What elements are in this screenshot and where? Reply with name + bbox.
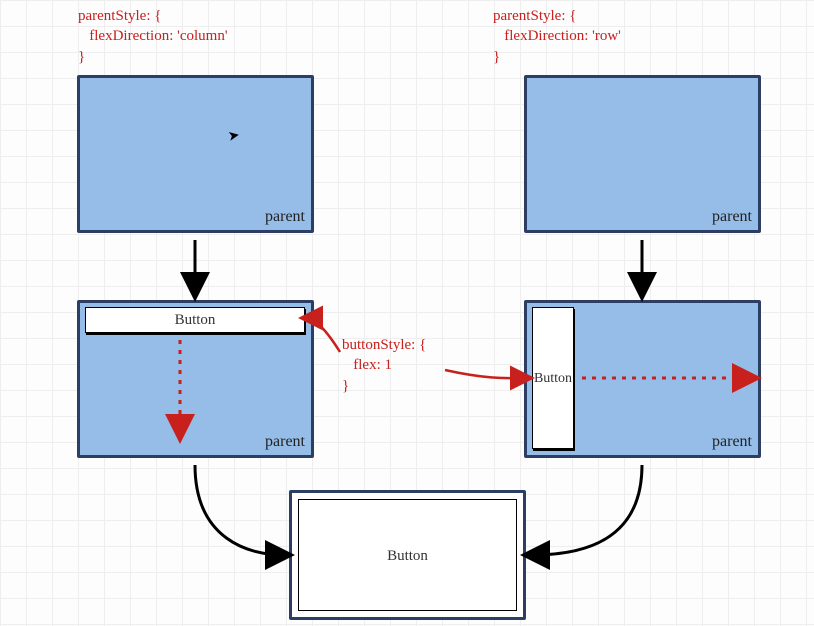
code-button-flex: buttonStyle: { flex: 1 } (342, 335, 426, 396)
parent-label: parent (265, 433, 305, 451)
parent-box-top-right: parent (524, 75, 761, 233)
parent-box-top-left: parent (77, 75, 314, 233)
cursor-icon: ➤ (227, 127, 242, 146)
code-parent-row: parentStyle: { flexDirection: 'row' } (493, 6, 621, 67)
parent-label: parent (712, 208, 752, 226)
code-parent-column: parentStyle: { flexDirection: 'column' } (78, 6, 228, 67)
parent-label: parent (265, 208, 305, 226)
button-vertical[interactable]: Button (532, 307, 574, 449)
button-full[interactable]: Button (298, 499, 517, 611)
button-horizontal[interactable]: Button (85, 307, 305, 333)
parent-label: parent (712, 433, 752, 451)
